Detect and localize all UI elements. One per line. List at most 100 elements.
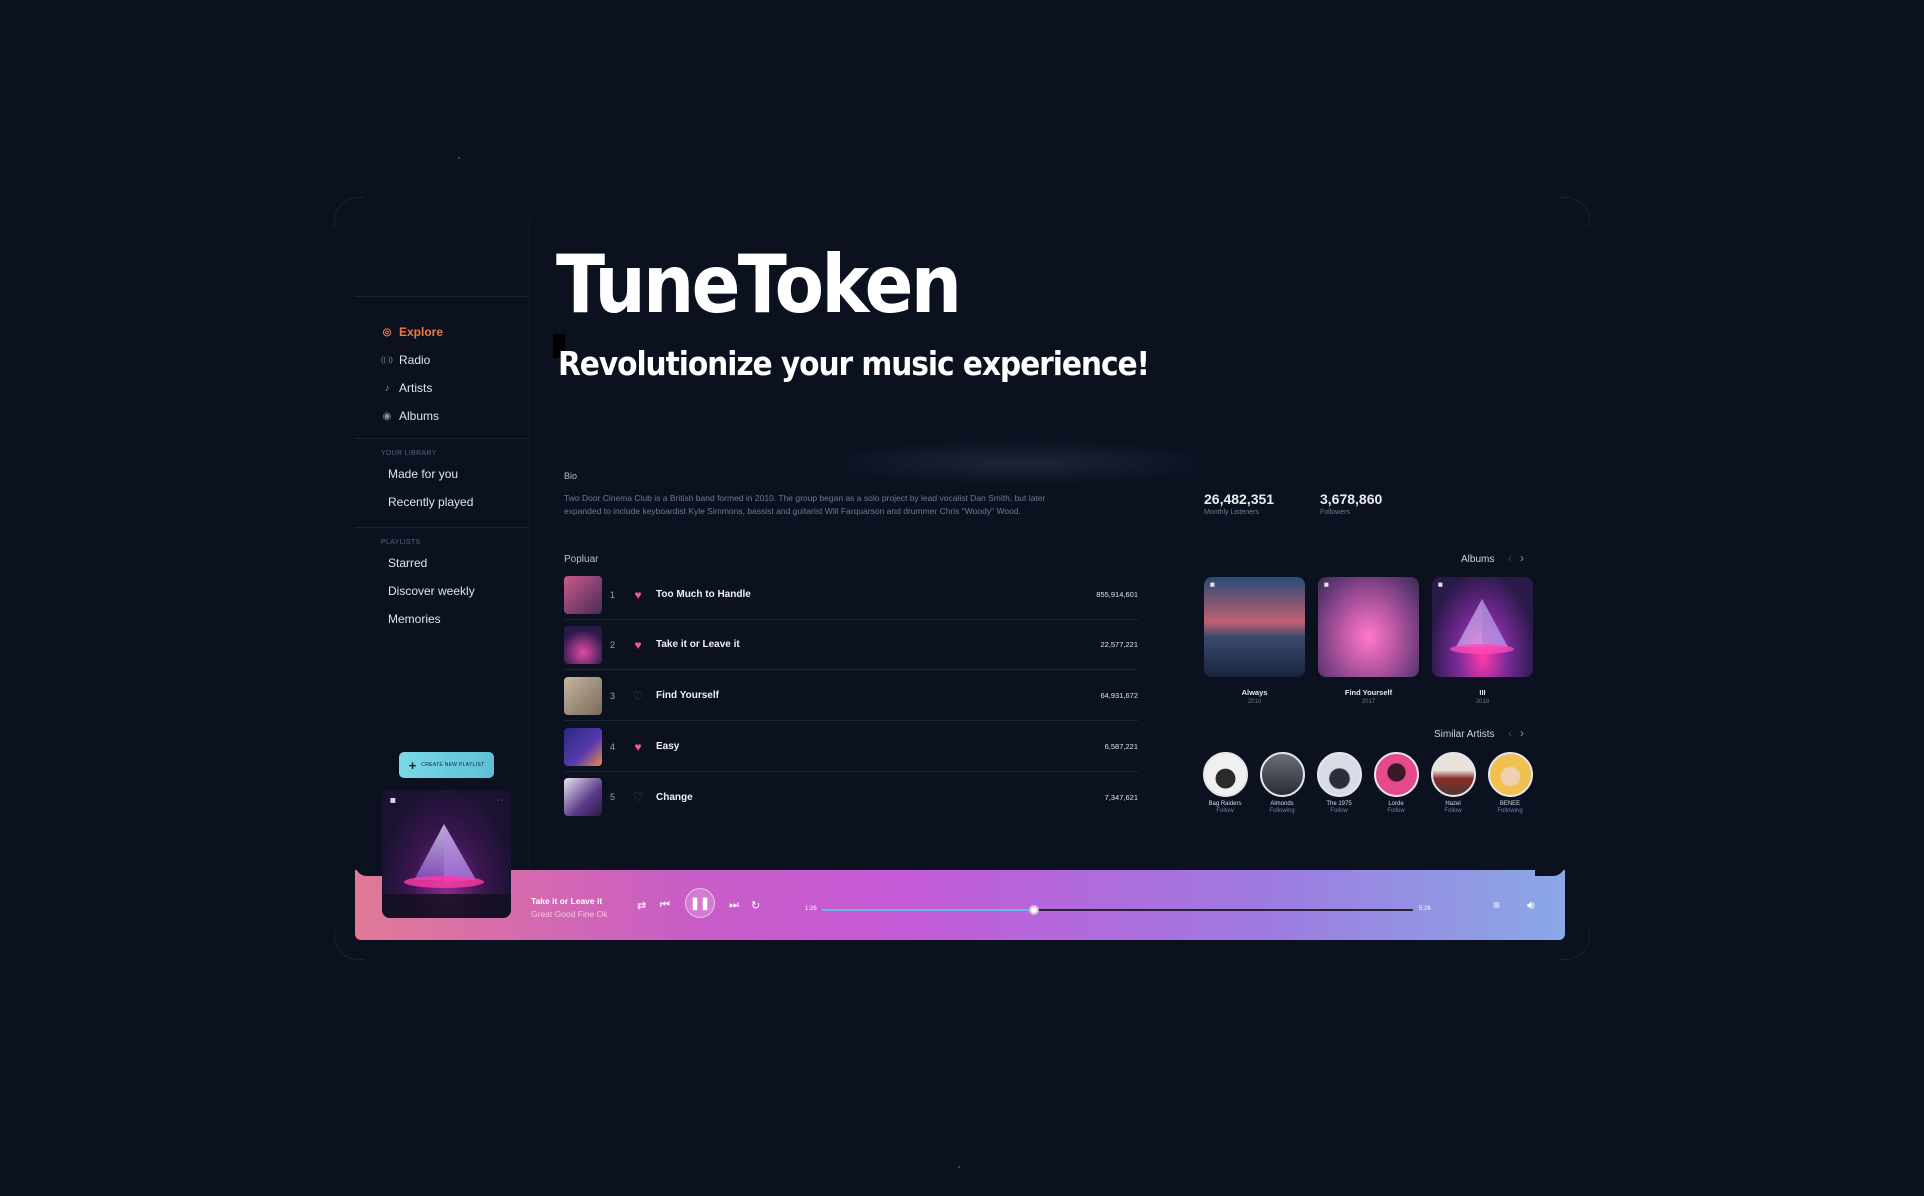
playlist-item-starred[interactable]: Starred [388,556,427,570]
album-year: 2017 [1361,699,1376,705]
playlists-section-title: PLAYLISTS [381,539,421,546]
track-title: Take it or Leave it [656,639,740,650]
track-thumbnail [564,676,602,715]
album-card-iii[interactable]: ▦ III 2018 [1432,577,1533,705]
track-plays: 6,587,221 [1104,742,1138,751]
sidebar: ◎ Explore ((·)) Radio ♪ Artists ◉ Albums… [355,218,530,878]
nav-item-explore[interactable]: ◎ Explore [381,318,443,346]
track-number: 5 [610,792,616,802]
artist-avatar [1487,752,1533,797]
pause-button[interactable]: ❚❚ [685,888,715,918]
artist-name: Almonds [1270,801,1294,807]
create-playlist-label: CREATE NEW PLAYLIST [421,762,485,768]
artist-card-bag-raiders[interactable]: Bag Raiders Follow [1200,752,1250,814]
albums-heading: Albums [1461,554,1495,565]
heart-icon[interactable]: ♥ [624,740,652,754]
chevron-right-icon[interactable]: › [1520,551,1524,565]
bio-text: Two Door Cinema Club is a British band f… [564,493,1046,516]
previous-icon[interactable]: ⏮ [660,899,670,912]
playlist-item-memories[interactable]: Memories [388,612,441,626]
library-item-recently-played[interactable]: Recently played [388,495,473,509]
artist-name: The 1975 [1326,801,1352,807]
player-bar: Take it or Leave it Great Good Fine Ok ⇄… [355,864,1565,940]
elapsed-time: 1:26 [805,906,817,912]
follow-button[interactable]: Follow [1200,808,1250,814]
heart-icon[interactable]: ♥ [624,588,652,602]
divider [355,296,530,297]
plus-icon: + [408,757,417,773]
now-playing-artwork[interactable]: ▦ · · [382,790,511,918]
track-row[interactable]: 5 ♡ Change 7,347,621 [564,772,1138,822]
follow-button[interactable]: Follow [1428,808,1478,814]
album-art: ▦ [1318,577,1419,677]
artist-card-hazel[interactable]: Hazel Follow [1428,752,1478,814]
artist-name: Lorde [1388,801,1404,807]
artist-card-lorde[interactable]: Lorde Follow [1371,752,1421,814]
queue-icon[interactable]: ≡ [1493,898,1500,912]
artist-name: Bag Raiders [1208,801,1242,807]
artist-avatar [1373,752,1419,797]
artist-avatar [1430,752,1476,797]
track-plays: 22,577,221 [1100,640,1138,649]
monthly-listeners-stat: 26,482,351 Monthly Listeners [1204,491,1274,516]
create-playlist-button[interactable]: + CREATE NEW PLAYLIST [399,752,494,778]
track-row[interactable]: 1 ♥ Too Much to Handle 855,914,601 [564,570,1138,620]
pause-icon: ❚❚ [689,896,711,910]
chevron-left-icon[interactable]: ‹ [1508,726,1512,740]
frame-corner [1560,197,1590,227]
track-row[interactable]: 3 ♡ Find Yourself 64,931,672 [564,671,1138,721]
artist-card-benee[interactable]: BENEE Following [1485,752,1535,814]
album-art: ▦ [1204,577,1305,677]
album-art: ▦ [1432,577,1533,677]
volume-icon[interactable]: 🔊︎ [1527,898,1535,913]
nav-label: Artists [399,381,433,395]
stat-value: 3,678,860 [1320,491,1383,507]
track-number: 2 [610,639,616,650]
track-thumbnail [564,778,602,816]
album-card-always[interactable]: ▦ Always 2010 [1204,577,1305,705]
album-year: 2018 [1475,699,1490,705]
divider [355,438,530,439]
album-year: 2010 [1247,699,1262,705]
repeat-icon[interactable]: ↻ [751,899,760,912]
next-icon[interactable]: ⏭ [729,899,739,912]
album-name: Always [1241,688,1268,697]
microphone-icon: ♪ [384,382,390,394]
decor-dot [958,1166,960,1168]
library-item-made-for-you[interactable]: Made for you [388,467,458,481]
shuffle-icon[interactable]: ⇄ [637,899,646,912]
follow-button[interactable]: Follow [1314,808,1364,814]
heart-outline-icon[interactable]: ♡ [624,790,652,804]
chevron-left-icon[interactable]: ‹ [1508,551,1512,565]
now-playing-artist[interactable]: Great Good Fine Ok [531,909,608,919]
track-plays: 7,347,621 [1104,792,1138,802]
track-thumbnail [564,625,602,664]
track-title: Change [656,791,693,803]
total-time: 5:26 [1419,906,1431,912]
track-row[interactable]: 2 ♥ Take it or Leave it 22,577,221 [564,620,1138,670]
similar-artists-heading: Similar Artists [1434,729,1495,740]
artist-card-almonds[interactable]: Almonds Following [1257,752,1307,814]
album-name: Find Yourself [1344,688,1393,697]
heart-icon[interactable]: ♥ [624,638,652,652]
heart-outline-icon[interactable]: ♡ [624,689,652,703]
artist-card-the-1975[interactable]: The 1975 Follow [1314,752,1364,814]
nav-item-radio[interactable]: ((·)) Radio [381,346,443,374]
follow-button[interactable]: Following [1485,808,1535,814]
progress-fill [821,909,1035,911]
chevron-right-icon[interactable]: › [1520,726,1524,740]
radio-icon: ((·)) [381,356,393,364]
pyramid-graphic [1450,599,1514,654]
hero-glow [820,440,1220,485]
nav-item-albums[interactable]: ◉ Albums [381,402,443,430]
disc-icon: ◉ [382,410,392,422]
track-row[interactable]: 4 ♥ Easy 6,587,221 [564,722,1138,772]
nav-item-artists[interactable]: ♪ Artists [381,374,443,402]
follow-button[interactable]: Follow [1371,808,1421,814]
follow-button[interactable]: Following [1257,808,1307,814]
now-playing-title: Take it or Leave it [531,896,603,906]
album-card-find-yourself[interactable]: ▦ Find Yourself 2017 [1318,577,1419,705]
playlist-item-discover-weekly[interactable]: Discover weekly [388,584,475,598]
progress-handle[interactable] [1029,905,1040,915]
progress-slider[interactable] [821,905,1413,915]
